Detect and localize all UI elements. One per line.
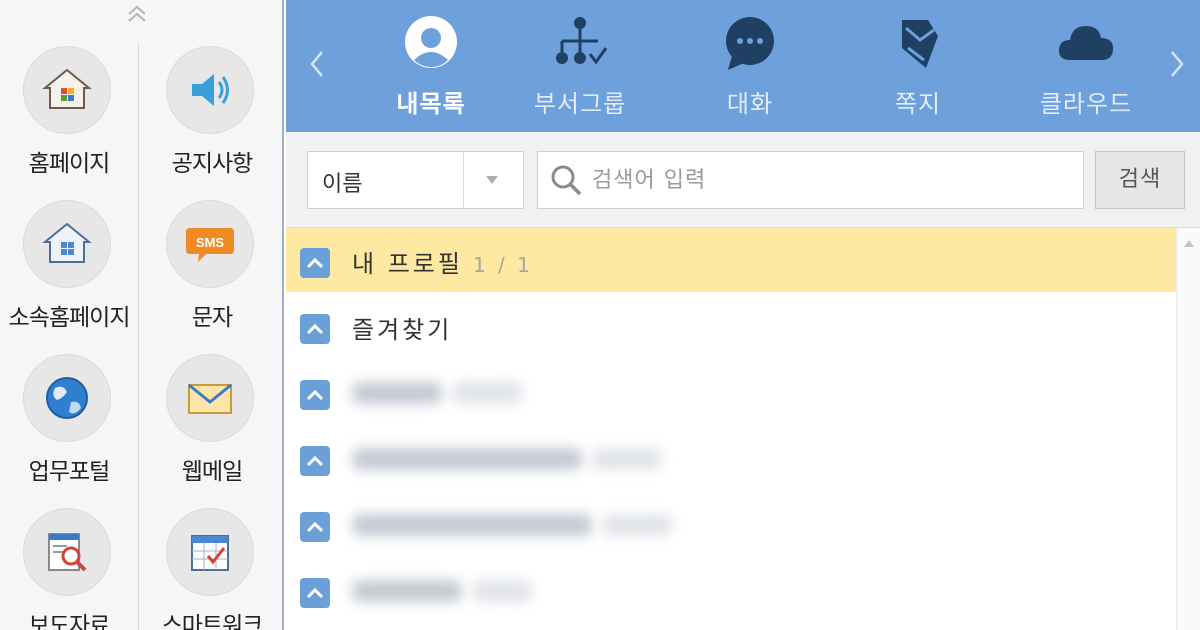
select-divider: [463, 152, 464, 208]
tab-label: 내목록: [396, 90, 466, 118]
chevron-up-icon[interactable]: [300, 512, 330, 542]
tab-label: 대화: [726, 90, 774, 118]
redacted-count: [472, 580, 532, 602]
list-item-redacted[interactable]: [286, 426, 1176, 490]
chevron-up-icon[interactable]: [300, 578, 330, 608]
org-tree-icon: [556, 17, 608, 65]
scroll-up-icon[interactable]: [1183, 238, 1195, 248]
redacted-label: [352, 514, 592, 536]
tab-cloud[interactable]: 클라우드: [1016, 0, 1156, 132]
list-item-favorites[interactable]: 즐겨찾기: [286, 294, 1176, 358]
sidebar-item-sms[interactable]: SMS 문자: [143, 200, 281, 352]
caret-down-icon[interactable]: [485, 174, 499, 186]
sidebar-item-label: 스마트워크: [161, 613, 264, 630]
calendar-check-icon: [166, 508, 254, 596]
note-icon: [902, 20, 938, 68]
sidebar-item-label: 보도자료: [28, 613, 111, 630]
sms-icon: SMS: [166, 200, 254, 288]
list-item-redacted[interactable]: [286, 360, 1176, 424]
home-icon: [23, 46, 111, 134]
sidebar-item-work-portal[interactable]: 업무포털: [0, 354, 138, 506]
list-item-label: 즐겨찾기: [352, 310, 452, 345]
redacted-label: [352, 448, 582, 470]
tab-label: 클라우드: [1039, 90, 1133, 118]
redacted-count: [452, 382, 522, 404]
tab-chat[interactable]: 대화: [680, 0, 820, 132]
department-home-icon: [23, 200, 111, 288]
globe-icon: [23, 354, 111, 442]
list-item-label: 내 프로필 1 / 1: [352, 244, 533, 279]
collapse-up-icon[interactable]: [124, 2, 150, 26]
sidebar-item-label: 소속홈페이지: [8, 305, 131, 331]
redacted-count: [602, 514, 672, 536]
redacted-count: [592, 448, 662, 470]
scrollbar[interactable]: [1176, 228, 1200, 630]
sidebar-item-label: 웹메일: [181, 459, 243, 485]
tab-bar: 내목록 부서그룹 대화 쪽지 클라우드: [286, 0, 1200, 132]
search-input[interactable]: [592, 160, 1072, 200]
person-icon: [405, 16, 457, 68]
chevron-up-icon[interactable]: [300, 248, 330, 278]
sidebar-item-webmail[interactable]: 웹메일: [143, 354, 281, 506]
chevron-right-icon[interactable]: [1166, 44, 1188, 84]
sidebar-item-smartwork[interactable]: 스마트워크: [143, 508, 281, 630]
list-item-my-profile[interactable]: 내 프로필 1 / 1: [286, 228, 1176, 292]
search-button[interactable]: 검색: [1095, 151, 1185, 209]
chevron-left-icon[interactable]: [306, 44, 328, 84]
sidebar-item-label: 공지사항: [171, 151, 254, 177]
messenger-window: 홈페이지 공지사항 소속홈페이지 SMS 문자 업무포털 웹메일 보도자료 스마…: [0, 0, 1200, 630]
sms-badge-text: SMS: [196, 235, 225, 250]
sidebar-item-press-release[interactable]: 보도자료: [0, 508, 138, 630]
group-count: 1 / 1: [472, 253, 533, 277]
list-item-redacted[interactable]: [286, 558, 1176, 622]
tab-my-list[interactable]: 내목록: [356, 0, 506, 132]
selected-field: 이름: [322, 172, 363, 197]
search-icon: [551, 165, 582, 196]
speaker-icon: [166, 46, 254, 134]
group-name: 내 프로필: [352, 250, 463, 278]
search-bar: 이름 검색: [286, 132, 1200, 228]
sidebar-item-department-homepage[interactable]: 소속홈페이지: [0, 200, 138, 352]
contact-list: 내 프로필 1 / 1 즐겨찾기: [286, 228, 1176, 630]
mail-icon: [166, 354, 254, 442]
column-divider: [138, 42, 139, 630]
search-field-select[interactable]: 이름: [307, 151, 524, 209]
cloud-icon: [1058, 26, 1114, 60]
chevron-up-icon[interactable]: [300, 446, 330, 476]
redacted-label: [352, 580, 462, 602]
chat-bubble-icon: [726, 17, 774, 70]
group-name: 즐겨찾기: [352, 316, 453, 344]
chevron-up-icon[interactable]: [300, 380, 330, 410]
tab-label: 쪽지: [894, 90, 942, 118]
sidebar-item-notice[interactable]: 공지사항: [143, 46, 281, 198]
sidebar-item-label: 홈페이지: [28, 151, 111, 177]
search-box[interactable]: [537, 151, 1084, 209]
sidebar-item-label: 문자: [191, 305, 233, 331]
sidebar: 홈페이지 공지사항 소속홈페이지 SMS 문자 업무포털 웹메일 보도자료 스마…: [0, 0, 284, 630]
redacted-label: [352, 382, 442, 404]
tab-label: 부서그룹: [533, 90, 627, 118]
chevron-up-icon[interactable]: [300, 314, 330, 344]
sidebar-item-homepage[interactable]: 홈페이지: [0, 46, 138, 198]
tab-department-group[interactable]: 부서그룹: [510, 0, 650, 132]
tab-note[interactable]: 쪽지: [848, 0, 988, 132]
press-search-icon: [23, 508, 111, 596]
sidebar-item-label: 업무포털: [28, 459, 111, 485]
list-item-redacted[interactable]: [286, 492, 1176, 556]
